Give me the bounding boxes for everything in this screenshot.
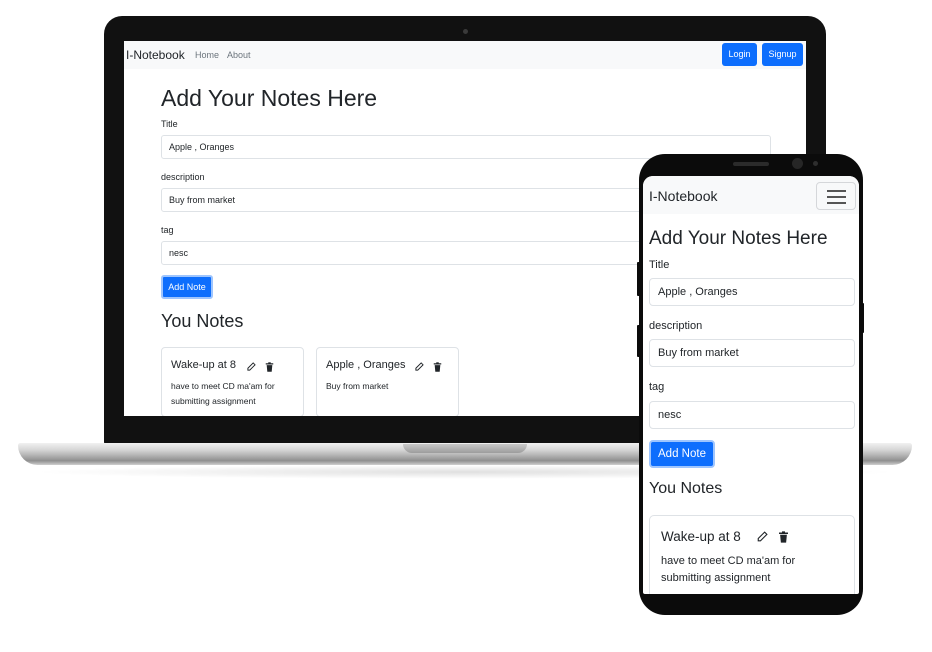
trash-icon[interactable]	[265, 361, 274, 372]
tag-input[interactable]: nesc	[649, 401, 855, 429]
add-note-button[interactable]: Add Note	[161, 275, 213, 299]
signup-button[interactable]: Signup	[762, 43, 803, 66]
edit-icon[interactable]	[246, 361, 256, 372]
description-input[interactable]: Buy from market	[649, 339, 855, 367]
title-label: Title	[649, 259, 670, 271]
title-label: Title	[161, 119, 178, 129]
notes-heading: You Notes	[649, 480, 723, 497]
note-card: Apple , Oranges Buy from market	[316, 347, 459, 416]
description-label: description	[161, 172, 205, 182]
phone-camera	[792, 158, 803, 169]
note-actions	[756, 531, 789, 543]
page-title: Add Your Notes Here	[161, 85, 378, 111]
tag-label: tag	[649, 381, 665, 393]
note-description: have to meet CD ma'am for submitting ass…	[661, 555, 796, 584]
nav-link-home[interactable]: Home	[195, 50, 219, 60]
navbar: I-Notebook Home About Login Signup	[124, 41, 806, 69]
note-card: Wake-up at 8 have to meet CD ma'am for s…	[161, 347, 304, 416]
title-input[interactable]: Apple , Oranges	[649, 278, 855, 306]
laptop-notch	[403, 444, 527, 453]
phone-sensor	[813, 161, 818, 166]
laptop-camera	[463, 29, 468, 34]
note-actions	[246, 361, 274, 372]
note-title: Apple , Oranges	[326, 359, 406, 371]
navbar-brand[interactable]: I-Notebook	[649, 188, 717, 204]
note-card: Wake-up at 8 have to meet CD ma'am for s…	[649, 515, 855, 594]
mobile-navbar: I-Notebook	[643, 176, 859, 214]
login-button[interactable]: Login	[722, 43, 757, 66]
add-note-button[interactable]: Add Note	[649, 440, 715, 468]
trash-icon[interactable]	[778, 531, 789, 543]
page-title: Add Your Notes Here	[649, 228, 828, 249]
nav-link-about[interactable]: About	[227, 50, 251, 60]
note-actions	[414, 361, 442, 372]
note-description: Buy from market	[326, 381, 389, 391]
note-title: Wake-up at 8	[171, 359, 237, 371]
note-description: have to meet CD ma'am for submitting ass…	[171, 381, 275, 406]
note-title: Wake-up at 8	[661, 529, 741, 544]
phone-speaker	[733, 162, 769, 166]
navbar-brand[interactable]: I-Notebook	[126, 48, 185, 62]
tag-label: tag	[161, 225, 174, 235]
phone-screen: I-Notebook Add Your Notes Here Title App…	[643, 176, 859, 594]
edit-icon[interactable]	[414, 361, 424, 372]
edit-icon[interactable]	[756, 531, 768, 543]
trash-icon[interactable]	[433, 361, 442, 372]
description-label: description	[649, 320, 703, 332]
notes-heading: You Notes	[161, 311, 244, 331]
hamburger-menu-icon[interactable]	[816, 182, 856, 210]
